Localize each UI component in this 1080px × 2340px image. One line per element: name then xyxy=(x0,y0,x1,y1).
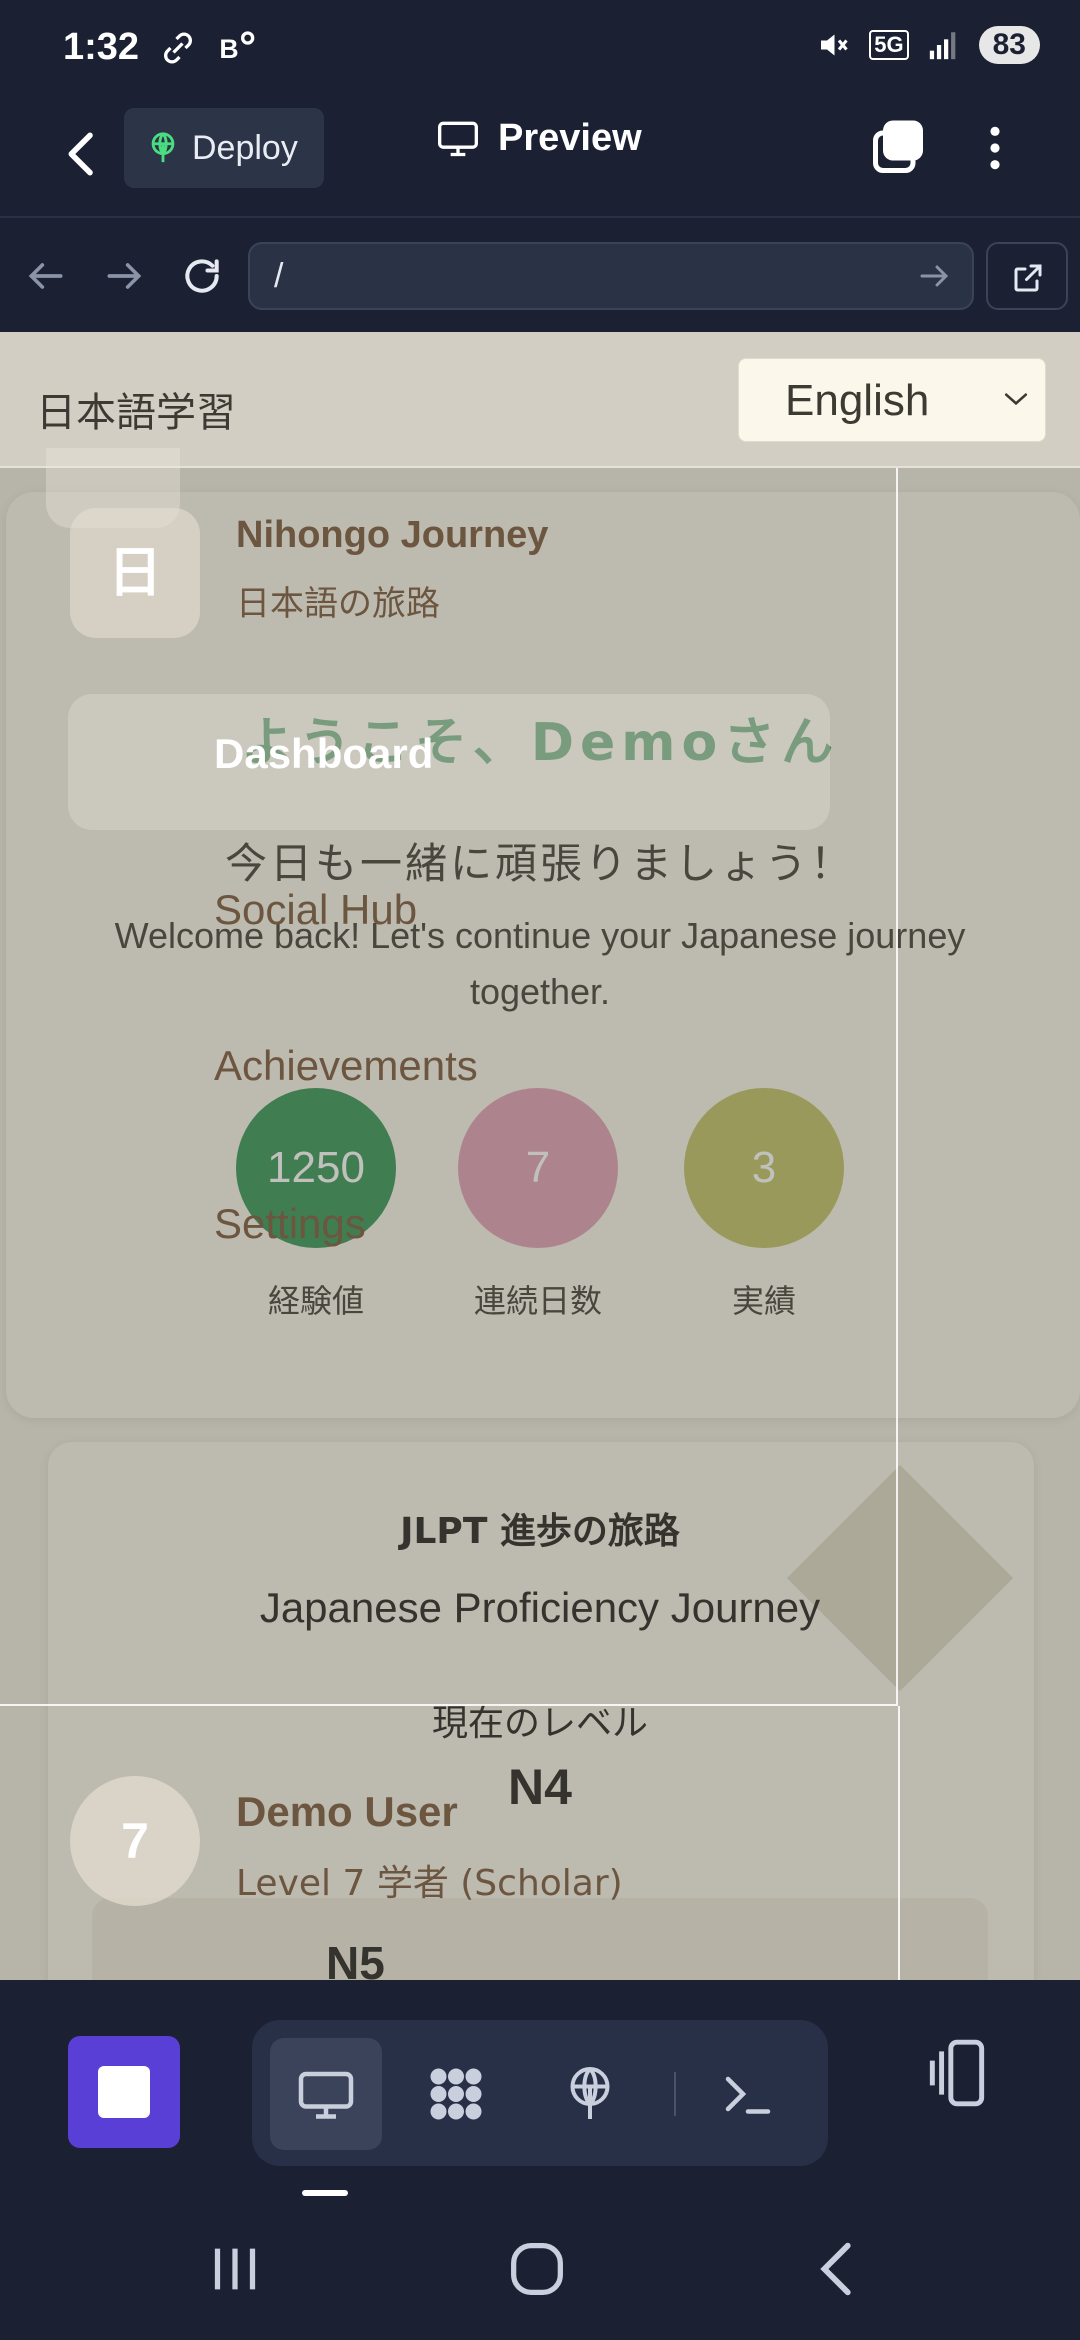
external-link-icon xyxy=(1014,264,1042,292)
deploy-icon xyxy=(570,2067,610,2119)
active-tab-indicator xyxy=(302,2190,348,2196)
mute-icon xyxy=(821,34,848,56)
url-input[interactable]: / xyxy=(248,242,974,310)
sidebar-item-achievements[interactable]: Achievements xyxy=(214,1042,478,1090)
deploy-icon xyxy=(151,132,175,163)
deploy-label: Deploy xyxy=(192,128,298,167)
preview-label: Preview xyxy=(498,116,642,159)
deploy-button[interactable]: Deploy xyxy=(124,108,324,188)
sidebar-item-social-hub[interactable]: Social Hub xyxy=(214,886,417,934)
terminal-icon xyxy=(725,2076,771,2114)
terminal-tab-button[interactable] xyxy=(692,2038,804,2150)
packages-tab-button[interactable] xyxy=(400,2038,512,2150)
status-left-icons: B xyxy=(160,28,256,68)
status-time: 1:32 xyxy=(63,26,140,68)
bottom-dock xyxy=(0,1980,1080,2200)
stop-button[interactable] xyxy=(68,2036,180,2148)
app-logo: 日 xyxy=(70,508,200,638)
signal-icon xyxy=(929,32,955,60)
sidebar-item-dashboard[interactable]: Dashboard xyxy=(214,730,433,778)
system-navigation-bar xyxy=(0,2200,1080,2340)
browser-back-icon[interactable] xyxy=(24,254,68,298)
devices-icon[interactable] xyxy=(920,2036,994,2110)
back-arrow-icon[interactable] xyxy=(55,126,111,182)
app-toolbar: Deploy Preview xyxy=(0,96,1080,216)
network-type: 5G xyxy=(869,30,909,60)
svg-text:B: B xyxy=(219,34,238,64)
system-back-icon[interactable] xyxy=(804,2234,874,2304)
link-icon xyxy=(164,32,192,64)
battery-indicator: 83 xyxy=(978,26,1040,64)
b-app-icon: B xyxy=(219,31,255,64)
dock-separator xyxy=(674,2072,676,2116)
user-avatar[interactable]: 7 xyxy=(70,1776,200,1906)
site-title: 日本語学習 xyxy=(36,390,236,436)
monitor-icon xyxy=(438,121,478,157)
dock-tool-group xyxy=(252,2020,828,2166)
status-right-icons: 5G 83 xyxy=(815,26,1040,64)
open-external-button[interactable] xyxy=(986,242,1068,310)
nav-active-highlight xyxy=(68,694,830,830)
stop-icon xyxy=(98,2066,150,2118)
home-icon[interactable] xyxy=(502,2234,572,2304)
deploy-tab-button[interactable] xyxy=(534,2038,646,2150)
sidebar-item-settings[interactable]: Settings xyxy=(214,1200,366,1248)
language-selected: English xyxy=(785,376,930,425)
drawer-border-extension xyxy=(898,1706,900,1980)
brand-subtitle: 日本語の旅路 xyxy=(236,584,440,624)
go-arrow-icon[interactable] xyxy=(916,258,952,294)
more-vertical-icon[interactable] xyxy=(970,118,1020,178)
recents-icon[interactable] xyxy=(200,2234,270,2304)
user-level: Level 7 学者 (Scholar) xyxy=(236,1863,623,1904)
status-bar: 1:32 B 5G 83 xyxy=(0,0,1080,96)
reload-icon[interactable] xyxy=(180,254,224,298)
preview-tab-button[interactable] xyxy=(270,2038,382,2150)
monitor-icon xyxy=(298,2071,354,2119)
preview-title: Preview xyxy=(436,116,642,160)
preview-webview: 日本語学習 English ようこそ、Demoさん 今日も一緒に頑張りましょう！… xyxy=(0,332,1080,1980)
user-name: Demo User xyxy=(236,1788,458,1835)
browser-forward-icon[interactable] xyxy=(102,254,146,298)
chevron-down-icon xyxy=(1004,393,1028,406)
language-select[interactable]: English xyxy=(738,358,1046,442)
browser-url-bar: / xyxy=(0,216,1080,332)
tabs-icon[interactable] xyxy=(868,118,928,178)
sidebar-drawer: 日 Nihongo Journey 日本語の旅路 Dashboard Socia… xyxy=(0,448,898,1706)
brand-name: Nihongo Journey xyxy=(236,514,549,556)
url-text: / xyxy=(274,257,284,295)
grid-blobs-icon xyxy=(430,2068,482,2120)
